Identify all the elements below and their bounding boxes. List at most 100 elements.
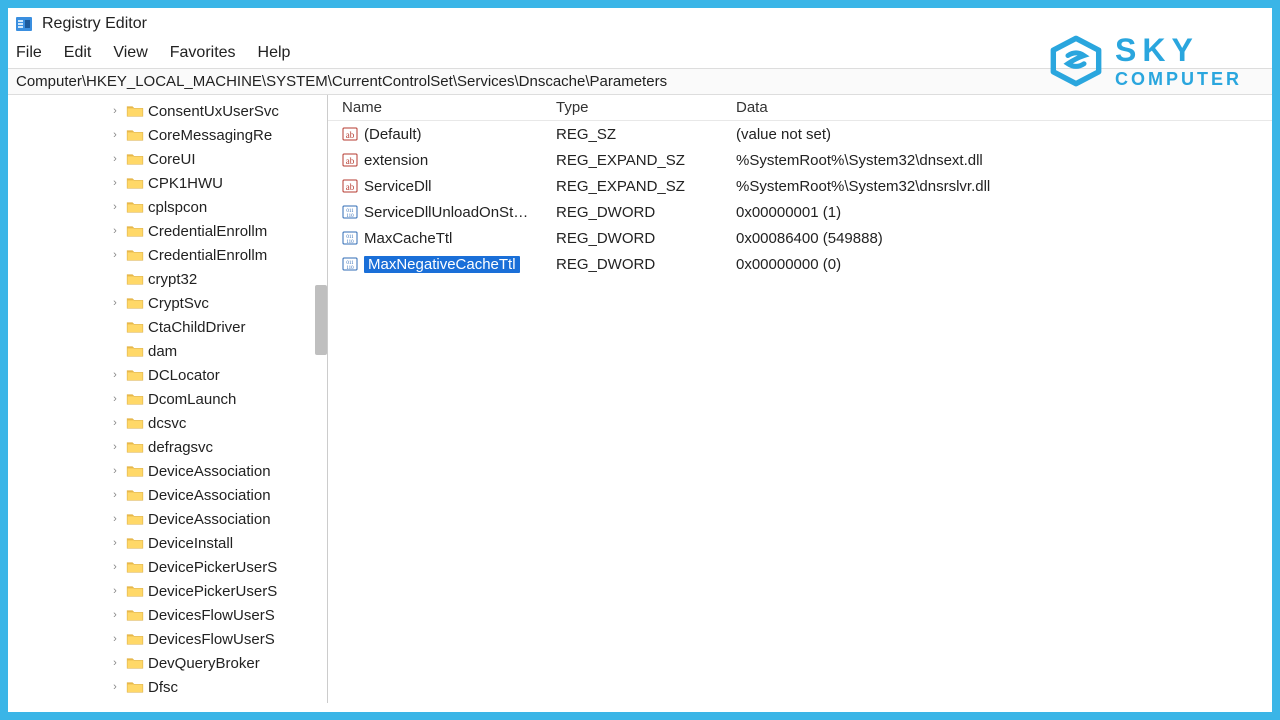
tree-item[interactable]: › dam [108,339,327,363]
chevron-right-icon[interactable]: › [108,417,122,429]
menu-help[interactable]: Help [258,44,291,62]
folder-icon [126,296,144,310]
menu-edit[interactable]: Edit [64,44,92,62]
chevron-right-icon[interactable]: › [108,633,122,645]
chevron-right-icon[interactable]: › [108,585,122,597]
folder-icon [126,392,144,406]
svg-text:ab: ab [346,182,355,192]
tree-item-label: CtaChildDriver [148,319,246,336]
tree-item[interactable]: › ConsentUxUserSvc [108,99,327,123]
tree-item[interactable]: › DeviceInstall [108,531,327,555]
chevron-right-icon[interactable]: › [108,129,122,141]
value-row[interactable]: 011 110 MaxNegativeCacheTtlREG_DWORD0x00… [328,251,1272,277]
column-header-type[interactable]: Type [556,99,736,116]
tree-item-label: DCLocator [148,367,220,384]
value-data: (value not set) [736,126,1272,143]
folder-icon [126,272,144,286]
tree-item[interactable]: › DevicesFlowUserS [108,603,327,627]
value-row[interactable]: ab (Default)REG_SZ(value not set) [328,121,1272,147]
chevron-right-icon[interactable]: › [108,609,122,621]
tree-item[interactable]: › Dfsc [108,675,327,699]
tree-item[interactable]: › dcsvc [108,411,327,435]
folder-icon [126,608,144,622]
tree-item[interactable]: › defragsvc [108,435,327,459]
chevron-right-icon[interactable]: › [108,177,122,189]
value-type: REG_DWORD [556,204,736,221]
chevron-right-icon[interactable]: › [108,465,122,477]
menu-favorites[interactable]: Favorites [170,44,236,62]
chevron-right-icon[interactable]: › [108,681,122,693]
regedit-icon [14,14,34,34]
tree-item[interactable]: › cplspcon [108,195,327,219]
tree-item-label: dam [148,343,177,360]
value-data: 0x00086400 (549888) [736,230,1272,247]
chevron-right-icon[interactable]: › [108,105,122,117]
tree-item[interactable]: › DeviceAssociation [108,507,327,531]
chevron-right-icon[interactable]: › [108,369,122,381]
folder-icon [126,152,144,166]
folder-icon [126,560,144,574]
chevron-right-icon[interactable]: › [108,393,122,405]
watermark-logo: SKY COMPUTER [1049,34,1242,88]
chevron-right-icon[interactable]: › [108,225,122,237]
folder-icon [126,440,144,454]
tree-item[interactable]: › DeviceAssociation [108,483,327,507]
tree-item[interactable]: › DevicePickerUserS [108,579,327,603]
tree-item[interactable]: › CredentialEnrollm [108,219,327,243]
tree-item-label: ConsentUxUserSvc [148,103,279,120]
tree-item-label: CoreUI [148,151,196,168]
tree-item[interactable]: › CoreUI [108,147,327,171]
tree-item[interactable]: › DevicePickerUserS [108,555,327,579]
tree-scrollbar[interactable] [315,285,327,355]
tree-item[interactable]: › DevicesFlowUserS [108,627,327,651]
column-header-data[interactable]: Data [736,99,1272,116]
chevron-right-icon[interactable]: › [108,441,122,453]
folder-icon [126,104,144,118]
chevron-right-icon[interactable]: › [108,249,122,261]
column-header-name[interactable]: Name [328,99,556,116]
svg-text:110: 110 [346,214,354,219]
chevron-right-icon[interactable]: › [108,489,122,501]
tree-item[interactable]: › DeviceAssociation [108,459,327,483]
tree-item[interactable]: › DcomLaunch [108,387,327,411]
tree-item[interactable]: › DCLocator [108,363,327,387]
folder-icon [126,464,144,478]
chevron-right-icon[interactable]: › [108,153,122,165]
chevron-right-icon[interactable]: › [108,561,122,573]
value-row[interactable]: 011 110 ServiceDllUnloadOnSt…REG_DWORD0x… [328,199,1272,225]
tree-item[interactable]: › CoreMessagingRe [108,123,327,147]
tree-item-label: DeviceAssociation [148,511,271,528]
tree-item-label: CredentialEnrollm [148,247,267,264]
chevron-right-icon[interactable]: › [108,297,122,309]
tree-item[interactable]: › DevQueryBroker [108,651,327,675]
folder-icon [126,320,144,334]
chevron-right-icon[interactable]: › [108,537,122,549]
folder-icon [126,416,144,430]
tree-item[interactable]: › CPK1HWU [108,171,327,195]
string-value-icon: ab [342,178,358,194]
folder-icon [126,224,144,238]
svg-text:ab: ab [346,130,355,140]
chevron-right-icon[interactable]: › [108,657,122,669]
value-name: MaxNegativeCacheTtl [364,256,520,273]
binary-value-icon: 011 110 [342,230,358,246]
chevron-right-icon[interactable]: › [108,201,122,213]
tree-item[interactable]: › CryptSvc [108,291,327,315]
menu-view[interactable]: View [113,44,147,62]
value-name: extension [364,152,428,169]
menu-file[interactable]: File [16,44,42,62]
folder-icon [126,344,144,358]
tree-item[interactable]: › CredentialEnrollm [108,243,327,267]
tree-item-label: crypt32 [148,271,197,288]
tree-item[interactable]: › CtaChildDriver [108,315,327,339]
value-row[interactable]: 011 110 MaxCacheTtlREG_DWORD0x00086400 (… [328,225,1272,251]
tree-item-label: CredentialEnrollm [148,223,267,240]
tree-item-label: DevicesFlowUserS [148,631,275,648]
value-row[interactable]: ab extensionREG_EXPAND_SZ%SystemRoot%\Sy… [328,147,1272,173]
value-row[interactable]: ab ServiceDllREG_EXPAND_SZ%SystemRoot%\S… [328,173,1272,199]
chevron-right-icon[interactable]: › [108,513,122,525]
tree-item[interactable]: › crypt32 [108,267,327,291]
tree-pane[interactable]: › ConsentUxUserSvc› CoreMessagingRe› Cor… [8,95,328,703]
string-value-icon: ab [342,126,358,142]
tree-item-label: DeviceInstall [148,535,233,552]
